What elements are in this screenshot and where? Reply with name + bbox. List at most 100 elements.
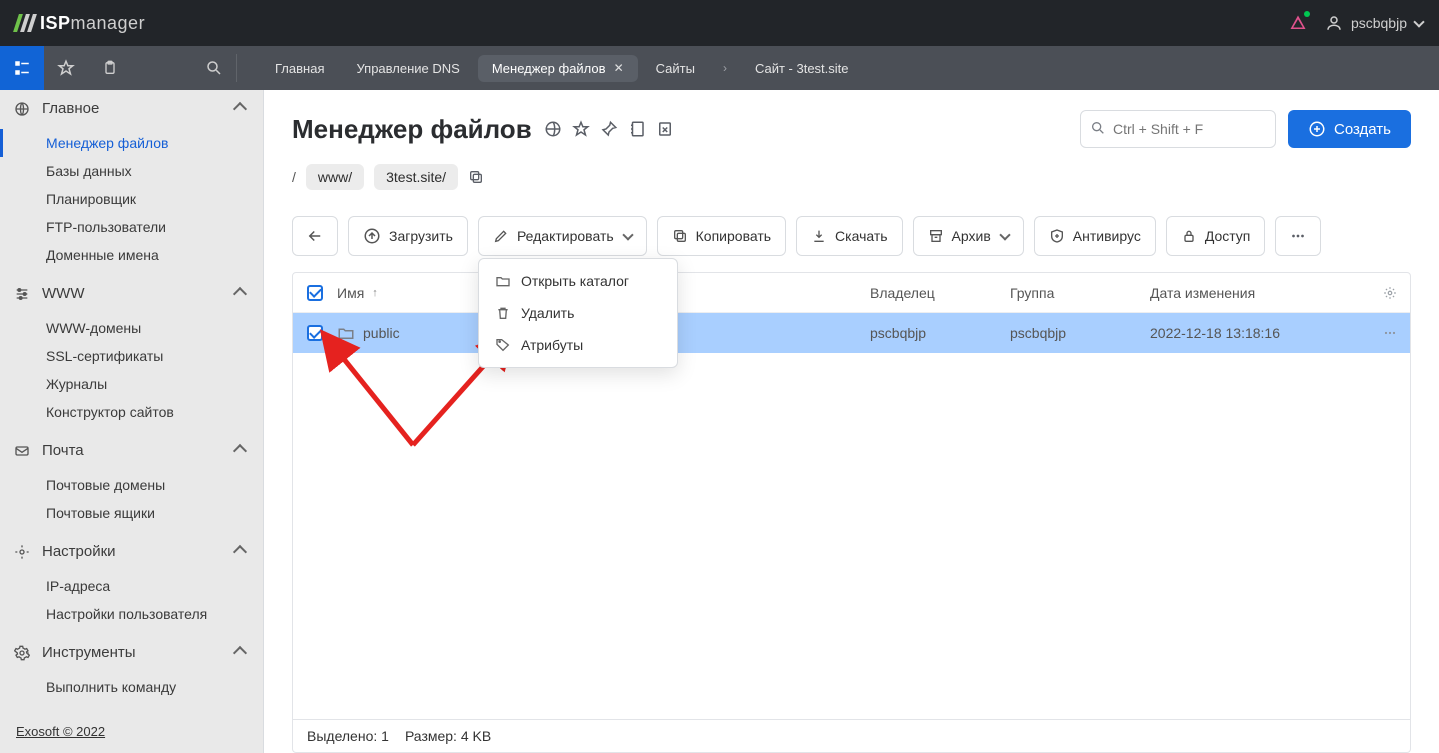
table-row[interactable]: public pscbqbjp pscbqbjp 2022-12-18 13:1… (293, 313, 1410, 353)
dd-delete[interactable]: Удалить (479, 297, 677, 329)
close-icon[interactable]: ✕ (614, 61, 624, 75)
breadcrumb-part-site[interactable]: 3test.site/ (374, 164, 458, 190)
logo[interactable]: ISPmanager (16, 13, 145, 34)
sidebar-group-main[interactable]: Главное (0, 90, 263, 127)
copy-icon (672, 228, 688, 244)
user-icon (1325, 14, 1343, 32)
remove-page-icon[interactable] (656, 120, 674, 138)
antivirus-button[interactable]: Антивирус (1034, 216, 1156, 256)
create-button[interactable]: Создать (1288, 110, 1411, 148)
edit-button[interactable]: Редактировать (478, 216, 647, 256)
row-group: pscbqbjp (1010, 325, 1150, 341)
row-date: 2022-12-18 13:18:16 (1150, 325, 1370, 341)
footer-link[interactable]: Exosoft © 2022 (0, 710, 263, 753)
notebook-icon[interactable] (628, 120, 646, 138)
access-button[interactable]: Доступ (1166, 216, 1266, 256)
sidebar-item-builder[interactable]: Конструктор сайтов (0, 398, 263, 426)
download-icon (811, 228, 827, 244)
sidebar-item-www-domains[interactable]: WWW-домены (0, 314, 263, 342)
search-input[interactable] (1080, 110, 1276, 148)
crumb-sep-icon: › (713, 61, 737, 75)
trash-icon (495, 305, 511, 321)
search-input-wrap (1080, 110, 1276, 148)
status-bar: Выделено: 1 Размер: 4 KB (293, 719, 1410, 752)
sliders-icon (14, 286, 34, 302)
pencil-icon (493, 228, 509, 244)
sidebar-item-ip[interactable]: IP-адреса (0, 572, 263, 600)
col-date[interactable]: Дата изменения (1150, 285, 1370, 301)
globe-icon (14, 101, 34, 117)
select-all-checkbox[interactable] (307, 285, 323, 301)
sidebar-group-mail[interactable]: Почта (0, 432, 263, 469)
sidebar-item-db[interactable]: Базы данных (0, 157, 263, 185)
breadcrumb-part-www[interactable]: www/ (306, 164, 364, 190)
page-title: Менеджер файлов (292, 114, 532, 145)
row-owner: pscbqbjp (870, 325, 1010, 341)
breadcrumb-root[interactable]: / (292, 169, 296, 185)
chevron-up-icon (233, 645, 247, 659)
sidebar-item-domains[interactable]: Доменные имена (0, 241, 263, 269)
sidebar-item-usersettings[interactable]: Настройки пользователя (0, 600, 263, 628)
folder-open-icon (495, 273, 511, 289)
sidebar-item-runcmd[interactable]: Выполнить команду (0, 673, 263, 701)
status-size: Размер: 4 KB (405, 728, 491, 744)
gear-icon (14, 645, 34, 661)
chevron-up-icon (233, 286, 247, 300)
sidebar-group-www[interactable]: WWW (0, 275, 263, 312)
logo-mark-icon (16, 14, 34, 32)
col-group[interactable]: Группа (1010, 285, 1150, 301)
chevron-down-icon (999, 229, 1010, 240)
pin-icon[interactable] (600, 120, 618, 138)
notification-icon[interactable] (1289, 14, 1307, 32)
crumb-dns[interactable]: Управление DNS (342, 55, 473, 82)
arrow-left-icon (306, 227, 324, 245)
crumb-sites[interactable]: Сайты (642, 55, 709, 82)
tree-panel-toggle[interactable] (0, 46, 44, 90)
col-settings-icon[interactable] (1370, 286, 1410, 300)
archive-icon (928, 228, 944, 244)
star-icon[interactable] (572, 120, 590, 138)
mail-icon (14, 443, 34, 459)
edit-dropdown: Открыть каталог Удалить Атрибуты (478, 258, 678, 368)
row-checkbox[interactable] (307, 325, 323, 341)
sidebar-item-scheduler[interactable]: Планировщик (0, 185, 263, 213)
user-menu[interactable]: pscbqbjp (1325, 14, 1423, 32)
search-toolbar[interactable] (192, 59, 236, 77)
upload-icon (363, 227, 381, 245)
clipboard-toolbar[interactable] (88, 46, 132, 90)
sidebar-item-logs[interactable]: Журналы (0, 370, 263, 398)
copy-path-icon[interactable] (468, 169, 484, 185)
chevron-up-icon (233, 101, 247, 115)
download-button[interactable]: Скачать (796, 216, 903, 256)
crumb-home[interactable]: Главная (261, 55, 338, 82)
archive-button[interactable]: Архив (913, 216, 1024, 256)
sidebar-item-filemgr[interactable]: Менеджер файлов (0, 129, 263, 157)
sidebar-item-ssl[interactable]: SSL-сертификаты (0, 342, 263, 370)
table-header: Имя ↑ Владелец Группа Дата изменения (293, 273, 1410, 313)
globe-icon[interactable] (544, 120, 562, 138)
dd-attributes[interactable]: Атрибуты (479, 329, 677, 361)
sidebar-group-tools[interactable]: Инструменты (0, 634, 263, 671)
status-selected: Выделено: 1 (307, 728, 389, 744)
chevron-up-icon (233, 443, 247, 457)
more-button[interactable] (1275, 216, 1321, 256)
upload-button[interactable]: Загрузить (348, 216, 468, 256)
username: pscbqbjp (1351, 15, 1407, 31)
copy-button[interactable]: Копировать (657, 216, 786, 256)
chevron-down-icon (622, 229, 633, 240)
dd-open-folder[interactable]: Открыть каталог (479, 265, 677, 297)
tag-icon (495, 337, 511, 353)
sidebar-item-ftp[interactable]: FTP-пользователи (0, 213, 263, 241)
back-button[interactable] (292, 216, 338, 256)
shield-plus-icon (1049, 228, 1065, 244)
sidebar-item-mail-domains[interactable]: Почтовые домены (0, 471, 263, 499)
dots-icon (1289, 227, 1307, 245)
row-menu-icon[interactable] (1370, 325, 1410, 341)
crumb-site-current[interactable]: Сайт - 3test.site (741, 55, 863, 82)
favorite-star-toolbar[interactable] (44, 46, 88, 90)
sidebar-group-settings[interactable]: Настройки (0, 533, 263, 570)
crumb-filemgr[interactable]: Менеджер файлов ✕ (478, 55, 638, 82)
sidebar-item-mailboxes[interactable]: Почтовые ящики (0, 499, 263, 527)
chevron-up-icon (233, 544, 247, 558)
col-owner[interactable]: Владелец (870, 285, 1010, 301)
